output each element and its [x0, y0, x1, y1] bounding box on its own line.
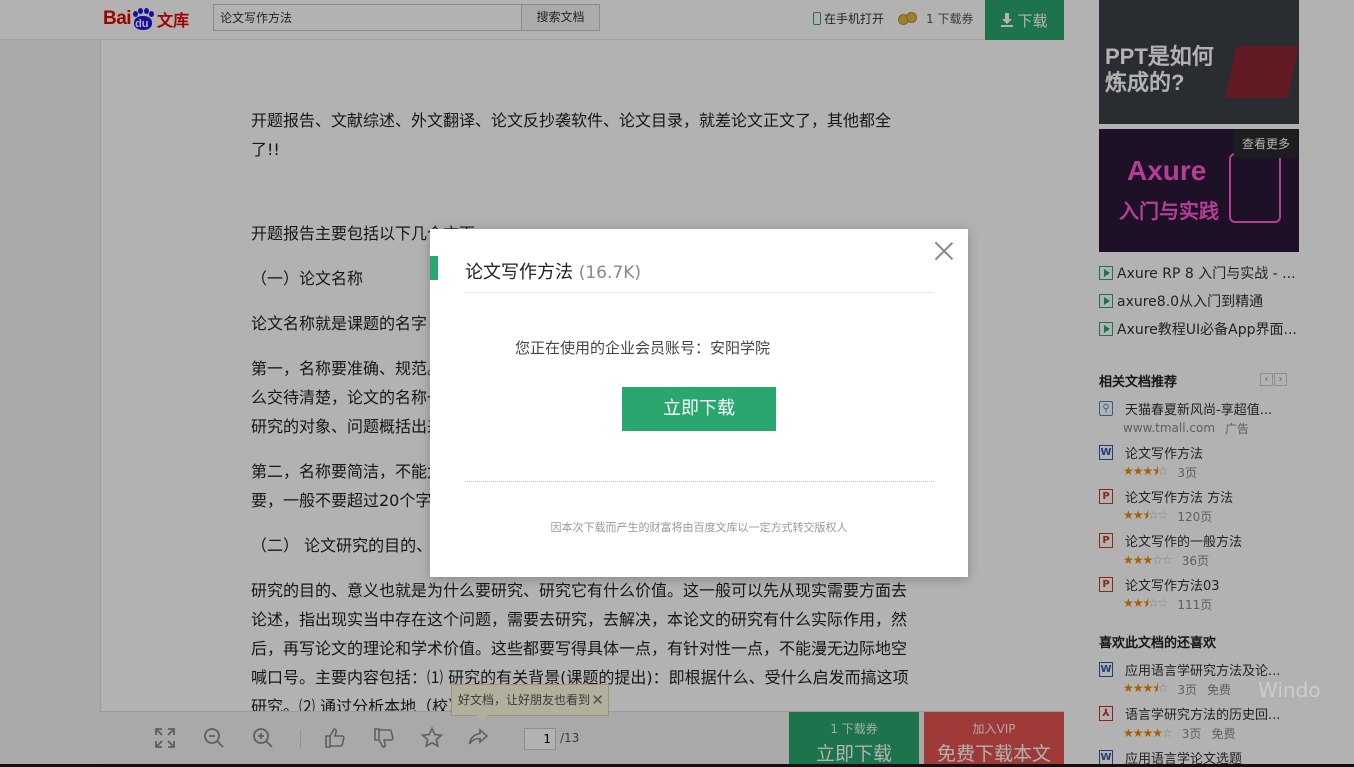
dotted-divider: [465, 481, 934, 482]
download-dialog: 论文写作方法 (16.7K) 您正在使用的企业会员账号：安阳学院 立即下载 因本…: [430, 229, 968, 577]
dialog-doc-size: (16.7K): [578, 263, 641, 283]
title-divider: [465, 292, 934, 293]
dialog-doc-title: 论文写作方法: [465, 262, 573, 283]
copyright-note: 因本次下载而产生的财富将由百度文库以一定方式转交版权人: [550, 521, 848, 534]
dialog-title: 论文写作方法 (16.7K): [465, 258, 641, 284]
close-icon[interactable]: [934, 241, 954, 261]
download-now-button[interactable]: 立即下载: [622, 387, 776, 431]
windows-activation-watermark: Windo: [1258, 678, 1321, 702]
title-accent-bar: [430, 256, 438, 280]
enterprise-account-text: 您正在使用的企业会员账号：安阳学院: [515, 339, 771, 357]
